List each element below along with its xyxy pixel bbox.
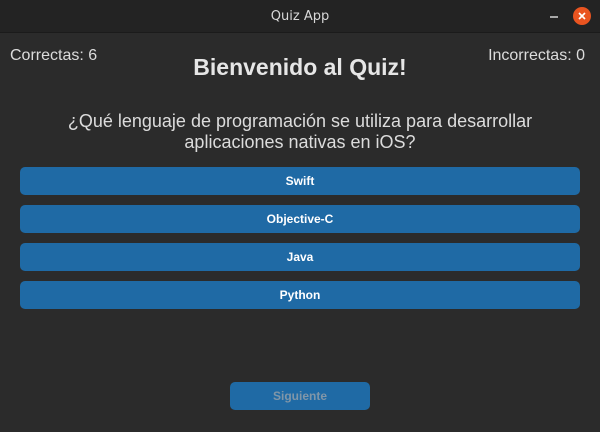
answer-option-swift[interactable]: Swift [20, 167, 580, 195]
window-title: Quiz App [270, 9, 330, 24]
next-button[interactable]: Siguiente [230, 382, 370, 410]
page-title: Bienvenido al Quiz! [193, 54, 407, 80]
minimize-button[interactable] [546, 8, 562, 24]
answer-option-python[interactable]: Python [20, 281, 580, 309]
close-button[interactable] [573, 7, 591, 25]
question-text: ¿Qué lenguaje de programación se utiliza… [67, 111, 533, 152]
title-bar[interactable]: Quiz App [0, 0, 600, 33]
close-icon [578, 12, 586, 20]
quiz-window: Quiz App Correctas: 6 Incorrectas: 0 Bie… [0, 0, 600, 432]
minimize-icon [550, 16, 558, 18]
answer-option-java[interactable]: Java [20, 243, 580, 271]
answer-options: Swift Objective-C Java Python [20, 167, 580, 319]
answer-option-objective-c[interactable]: Objective-C [20, 205, 580, 233]
